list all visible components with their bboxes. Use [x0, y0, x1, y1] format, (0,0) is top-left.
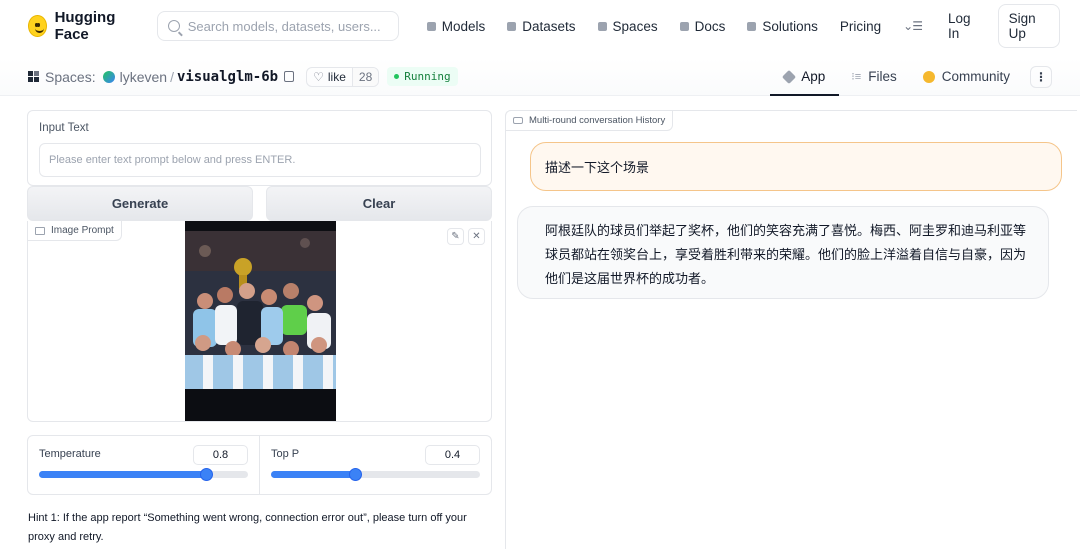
app-icon [782, 69, 797, 84]
team-trophy-photo [185, 221, 336, 421]
like-label: like [327, 69, 346, 84]
community-icon [922, 70, 935, 83]
temperature-control: Temperature 0.8 [28, 436, 259, 494]
space-tabs: App ⁝≡ Files Community [770, 58, 1010, 96]
close-icon[interactable]: ✕ [468, 228, 485, 245]
nav-link-solutions[interactable]: Solutions [747, 19, 818, 34]
search-bar[interactable] [156, 11, 399, 41]
spaces-grid-icon [28, 71, 39, 82]
nav-link-spaces[interactable]: Spaces [597, 19, 658, 34]
like-count: 28 [351, 67, 379, 86]
copy-icon[interactable] [284, 71, 295, 82]
solutions-icon [747, 21, 757, 31]
spaces-icon [597, 21, 607, 31]
owner-avatar [102, 70, 115, 83]
conversation-history-chip: Multi-round conversation History [505, 110, 674, 131]
uploaded-image [185, 221, 336, 421]
chat-icon [513, 117, 523, 124]
generate-button[interactable]: Generate [27, 186, 253, 221]
signup-button[interactable]: Sign Up [997, 4, 1061, 48]
tab-app[interactable]: App [770, 58, 840, 96]
sampling-controls: Temperature 0.8 Top P 0.4 [27, 435, 492, 495]
models-icon [426, 21, 436, 31]
login-link[interactable]: Log In [948, 11, 980, 41]
temperature-slider-fill [39, 471, 207, 478]
bot-message: 阿根廷队的球员们举起了奖杯，他们的笑容充满了喜悦。梅西、阿圭罗和迪马利亚等球员都… [517, 206, 1049, 299]
temperature-value-input[interactable]: 0.8 [193, 445, 248, 465]
nav-link-pricing[interactable]: Pricing [840, 19, 881, 34]
top-p-slider-handle[interactable] [348, 468, 362, 481]
status-dot-icon [394, 74, 400, 79]
status-badge: Running [387, 67, 458, 86]
files-icon: ⁝≡ [851, 71, 862, 83]
brand-logo[interactable]: Hugging Face [28, 9, 137, 43]
temperature-label: Temperature [39, 448, 101, 460]
tab-community[interactable]: Community [922, 58, 1010, 95]
temperature-slider-handle[interactable] [200, 468, 214, 481]
tab-files[interactable]: ⁝≡ Files [851, 58, 896, 95]
search-input[interactable] [187, 18, 388, 34]
heart-icon: ♡ [313, 69, 324, 84]
path-separator: / [170, 68, 174, 85]
datasets-icon [507, 21, 517, 31]
user-message: 描述一下这个场景 [530, 142, 1062, 191]
more-menu-icon[interactable]: ⌄☰ [903, 19, 923, 33]
hugging-face-logo-icon [28, 15, 47, 37]
prompt-input[interactable] [39, 143, 481, 177]
space-owner[interactable]: lykeven [120, 69, 167, 85]
top-p-control: Top P 0.4 [259, 436, 491, 494]
clear-button[interactable]: Clear [266, 186, 492, 221]
nav-links: Models Datasets Spaces Docs Solutions Pr… [426, 19, 923, 34]
spaces-label[interactable]: Spaces: [45, 69, 96, 85]
hint-text: Hint 1: If the app report “Something wen… [28, 512, 467, 543]
like-button[interactable]: ♡ like 28 [306, 66, 380, 87]
top-navigation: Hugging Face Models Datasets Spaces Docs… [0, 0, 1080, 52]
image-actions: ✎ ✕ [447, 228, 485, 245]
nav-link-models[interactable]: Models [426, 19, 485, 34]
top-p-slider[interactable] [271, 468, 480, 481]
more-options-icon[interactable]: ⋮ [1030, 65, 1052, 88]
edit-icon[interactable]: ✎ [447, 228, 464, 245]
nav-link-datasets[interactable]: Datasets [507, 19, 576, 34]
image-icon [35, 226, 45, 235]
top-p-label: Top P [271, 448, 300, 460]
temperature-slider[interactable] [39, 468, 248, 481]
conversation-history-panel: Multi-round conversation History 描述一下这个场… [505, 110, 1077, 549]
space-header: Spaces: lykeven / visualglm-6b ♡ like 28 … [0, 58, 1080, 96]
input-text-panel: Input Text [27, 110, 492, 186]
brand-name: Hugging Face [54, 9, 116, 43]
input-text-label: Input Text [39, 122, 89, 134]
top-p-slider-fill [271, 471, 355, 478]
search-icon [167, 20, 180, 32]
docs-icon [679, 21, 689, 31]
image-prompt-chip: Image Prompt [28, 221, 122, 241]
image-prompt-panel[interactable]: Image Prompt ✎ ✕ [27, 221, 492, 422]
space-name[interactable]: visualglm-6b [177, 69, 278, 85]
top-p-value-input[interactable]: 0.4 [425, 445, 480, 465]
nav-link-docs[interactable]: Docs [679, 19, 725, 34]
